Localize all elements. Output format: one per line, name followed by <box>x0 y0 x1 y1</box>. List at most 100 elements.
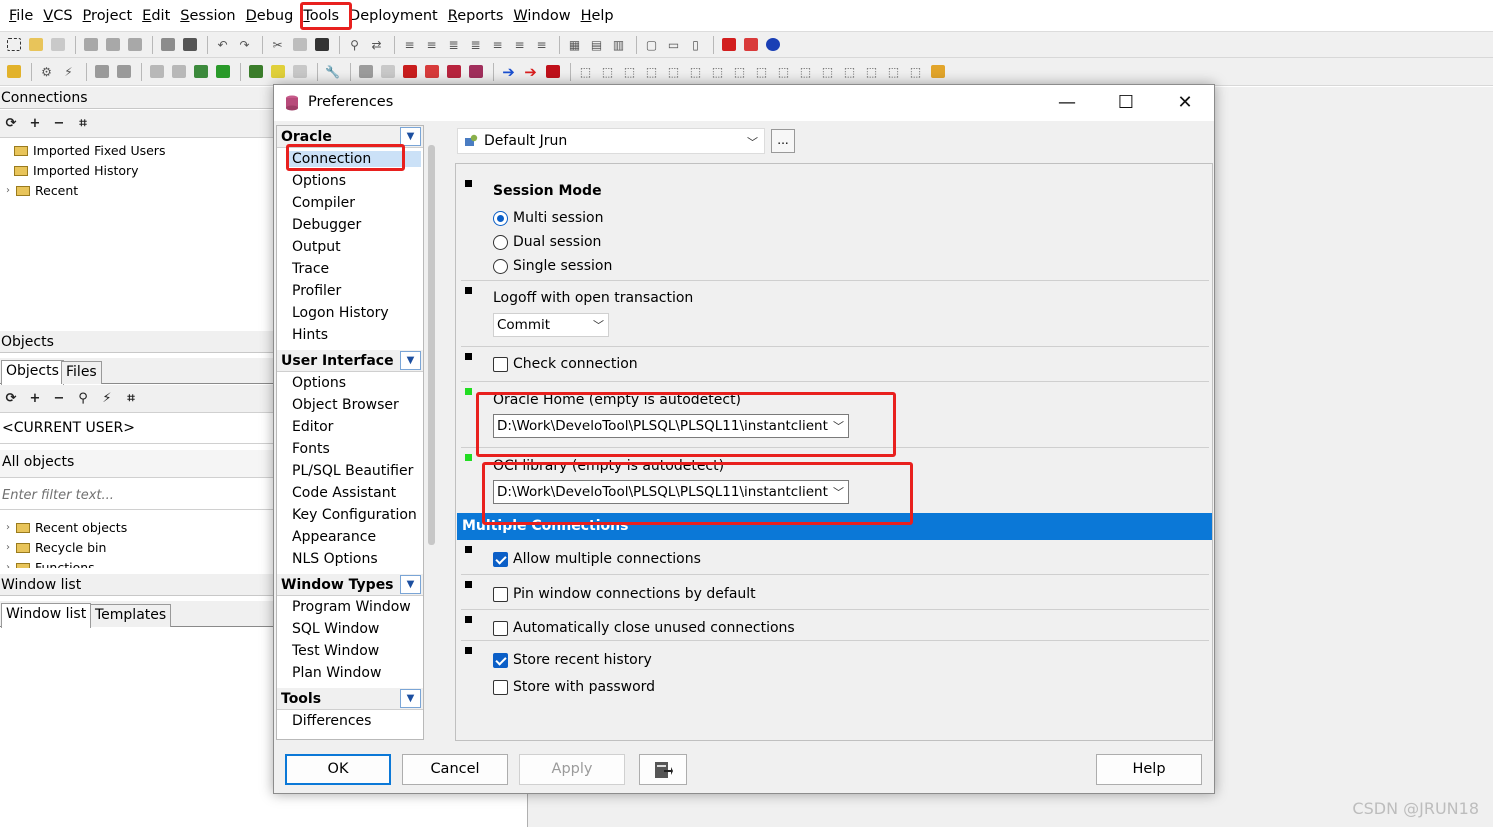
category-fonts[interactable]: Fonts <box>292 441 330 457</box>
category-compiler[interactable]: Compiler <box>292 195 355 211</box>
vcs-4-icon[interactable]: ⬚ <box>642 62 661 81</box>
ok-button[interactable]: OK <box>285 754 391 785</box>
close-icon[interactable]: ✕ <box>1162 91 1208 115</box>
arrow-right-blue-icon[interactable]: ➔ <box>499 62 518 81</box>
compile-icon[interactable] <box>246 62 265 81</box>
chevron-down-icon[interactable]: ▼ <box>400 689 421 708</box>
add-icon[interactable]: + <box>28 116 42 131</box>
category-appearance[interactable]: Appearance <box>292 529 376 545</box>
arrange-icon[interactable]: ▥ <box>609 35 628 54</box>
print-icon[interactable] <box>158 35 177 54</box>
debug-start-icon[interactable] <box>356 62 375 81</box>
menu-debug[interactable]: Debug <box>241 6 299 26</box>
oracle-home-select[interactable]: D:\Work\DeveloTool\PLSQL\PLSQL11\instant… <box>493 414 849 438</box>
help-button[interactable]: Help <box>1096 754 1202 785</box>
document-icon[interactable] <box>290 62 309 81</box>
search-key-icon[interactable] <box>4 62 23 81</box>
chevron-down-icon[interactable]: ▼ <box>400 127 421 146</box>
tile-vertical-icon[interactable]: ▯ <box>686 35 705 54</box>
paste-icon[interactable] <box>312 35 331 54</box>
sql-icon[interactable] <box>169 62 188 81</box>
sort-icon[interactable]: ≡ <box>532 35 551 54</box>
execute-icon[interactable] <box>191 62 210 81</box>
vcs-6-icon[interactable]: ⬚ <box>686 62 705 81</box>
db-up-icon[interactable] <box>92 62 111 81</box>
category-group-user-interface[interactable]: User Interface ▼ <box>277 350 423 372</box>
replace-icon[interactable]: ⇄ <box>367 35 386 54</box>
open-folder-icon[interactable] <box>26 35 45 54</box>
dialog-titlebar[interactable]: Preferences — ☐ ✕ <box>274 85 1214 121</box>
stop-icon[interactable] <box>543 62 562 81</box>
remove-icon[interactable]: − <box>52 116 66 131</box>
comment-icon[interactable]: ≣ <box>444 35 463 54</box>
logoff-select[interactable]: Commit ﹀ <box>493 313 609 337</box>
category-group-tools[interactable]: Tools ▼ <box>277 688 423 710</box>
chevron-down-icon[interactable]: ﹀ <box>833 484 844 500</box>
category-oracle-options[interactable]: Options <box>292 173 346 189</box>
menu-file[interactable]: File <box>4 6 38 26</box>
category-editor[interactable]: Editor <box>292 419 333 435</box>
gear-icon[interactable]: ⚙ <box>37 62 56 81</box>
menu-edit[interactable]: Edit <box>137 6 175 26</box>
object-filter-input[interactable]: Enter filter text... <box>0 484 273 510</box>
properties-icon[interactable]: ⌗ <box>124 391 138 406</box>
radio-button[interactable] <box>493 258 508 274</box>
tab-objects[interactable]: Objects <box>1 360 64 385</box>
category-test-window[interactable]: Test Window <box>292 643 379 659</box>
export-settings-button[interactable] <box>639 754 687 785</box>
cancel-button[interactable]: Cancel <box>402 754 508 785</box>
category-differences[interactable]: Differences <box>292 713 371 729</box>
tree-item-recent-objects[interactable]: › Recent objects <box>6 520 127 535</box>
uncomment-icon[interactable]: ≣ <box>466 35 485 54</box>
expand-icon[interactable]: › <box>6 542 16 553</box>
category-plan-window[interactable]: Plan Window <box>292 665 381 681</box>
pin-window-connections-checkbox[interactable]: Pin window connections by default <box>493 586 756 602</box>
vcs-7-icon[interactable]: ⬚ <box>708 62 727 81</box>
cut-icon[interactable]: ✂ <box>268 35 287 54</box>
category-output[interactable]: Output <box>292 239 341 255</box>
filter-icon[interactable]: ⚡ <box>100 391 114 406</box>
allow-multiple-connections-checkbox[interactable]: Allow multiple connections <box>493 551 701 567</box>
vcs-12-icon[interactable]: ⬚ <box>818 62 837 81</box>
category-scrollbar[interactable] <box>428 145 435 545</box>
tree-item-functions[interactable]: › Functions <box>6 560 95 568</box>
step-out-icon[interactable] <box>466 62 485 81</box>
tree-item-imported-history[interactable]: Imported History <box>14 163 139 178</box>
cascade-icon[interactable]: ▤ <box>587 35 606 54</box>
chevron-down-icon[interactable]: ▼ <box>400 351 421 370</box>
menu-project[interactable]: Project <box>78 6 138 26</box>
chevron-down-icon[interactable]: ﹀ <box>747 134 758 150</box>
minimize-icon[interactable]: — <box>1044 91 1090 115</box>
category-profiler[interactable]: Profiler <box>292 283 341 299</box>
info-icon[interactable] <box>763 35 782 54</box>
category-object-browser[interactable]: Object Browser <box>292 397 399 413</box>
tab-files[interactable]: Files <box>61 361 102 384</box>
copy-icon[interactable] <box>290 35 309 54</box>
vcs-5-icon[interactable]: ⬚ <box>664 62 683 81</box>
tree-item-recent[interactable]: › Recent <box>6 183 78 198</box>
refresh-icon[interactable]: ⟳ <box>4 391 18 406</box>
profile-selector[interactable]: Default Jrun ﹀ <box>457 128 765 154</box>
checkbox[interactable] <box>493 652 508 668</box>
uppercase-icon[interactable]: ≡ <box>488 35 507 54</box>
vcs-13-icon[interactable]: ⬚ <box>840 62 859 81</box>
lock-icon[interactable] <box>928 62 947 81</box>
check-connection-checkbox[interactable]: Check connection <box>493 356 638 372</box>
remove-icon[interactable]: − <box>52 391 66 406</box>
oci-library-select[interactable]: D:\Work\DeveloTool\PLSQL\PLSQL11\instant… <box>493 480 849 504</box>
properties-icon[interactable]: ⌗ <box>76 116 90 131</box>
category-nls-options[interactable]: NLS Options <box>292 551 378 567</box>
checkbox[interactable] <box>493 356 508 372</box>
chevron-down-icon[interactable]: ▼ <box>400 575 421 594</box>
vcs-16-icon[interactable]: ⬚ <box>906 62 925 81</box>
tile-icon[interactable]: ▦ <box>565 35 584 54</box>
expand-icon[interactable]: › <box>6 185 16 196</box>
vcs-3-icon[interactable]: ⬚ <box>620 62 639 81</box>
radio-button[interactable] <box>493 234 508 250</box>
find-icon[interactable]: ⚲ <box>345 35 364 54</box>
category-program-window[interactable]: Program Window <box>292 599 411 615</box>
connect-icon[interactable] <box>147 62 166 81</box>
report-icon[interactable] <box>268 62 287 81</box>
menu-window[interactable]: Window <box>508 6 575 26</box>
print-preview-icon[interactable] <box>180 35 199 54</box>
